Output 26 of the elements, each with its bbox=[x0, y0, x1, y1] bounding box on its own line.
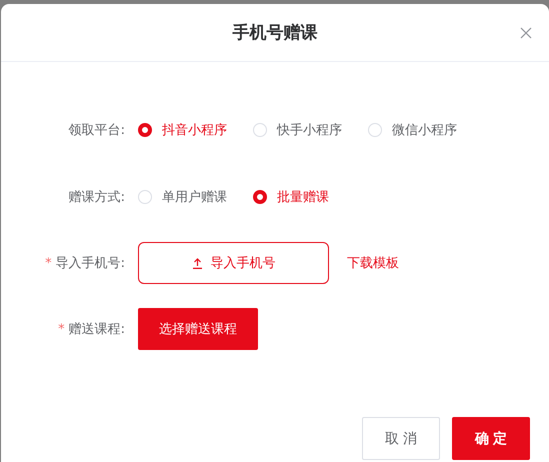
radio-button[interactable] bbox=[138, 122, 152, 136]
radio-option[interactable]: 批量赠课 bbox=[253, 188, 329, 206]
field-label: 赠课方式: bbox=[68, 188, 125, 206]
radio-label[interactable]: 抖音小程序 bbox=[162, 120, 227, 138]
radio-option[interactable]: 抖音小程序 bbox=[138, 120, 227, 138]
radio-option[interactable]: 单用户赠课 bbox=[138, 188, 227, 206]
download-template-link[interactable]: 下载模板 bbox=[347, 254, 399, 272]
radio-label[interactable]: 微信小程序 bbox=[392, 120, 457, 138]
close-icon[interactable] bbox=[520, 27, 532, 39]
field-label: 导入手机号: bbox=[56, 255, 125, 272]
dialog-title: 手机号赠课 bbox=[232, 22, 318, 44]
upload-icon bbox=[192, 258, 202, 268]
radio-option[interactable]: 快手小程序 bbox=[253, 120, 342, 138]
radio-label[interactable]: 单用户赠课 bbox=[162, 188, 227, 206]
cancel-button[interactable]: 取消 bbox=[362, 417, 440, 460]
required-mark: * bbox=[58, 322, 65, 336]
confirm-button[interactable]: 确定 bbox=[452, 417, 530, 460]
radio-label[interactable]: 快手小程序 bbox=[277, 120, 342, 138]
radio-label[interactable]: 批量赠课 bbox=[277, 188, 329, 206]
required-mark: * bbox=[45, 256, 52, 270]
radio-option[interactable]: 微信小程序 bbox=[368, 120, 457, 138]
import-button[interactable]: 导入手机号 bbox=[138, 242, 329, 284]
field-label: 领取平台: bbox=[68, 122, 125, 138]
field-label: 赠送课程: bbox=[68, 321, 125, 338]
select-course-button[interactable]: 选择赠送课程 bbox=[138, 308, 258, 350]
radio-button[interactable] bbox=[253, 190, 267, 204]
